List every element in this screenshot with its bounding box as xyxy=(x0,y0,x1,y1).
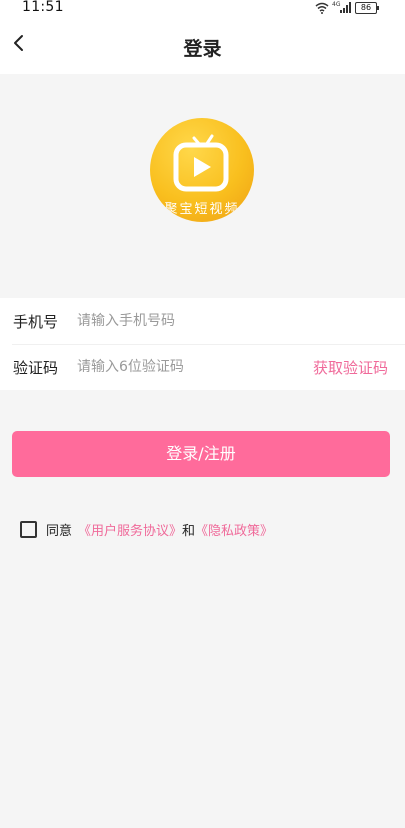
agreement: 同意 《用户服务协议》 和 《隐私政策》 xyxy=(20,518,273,540)
status-icons: 4G 86 xyxy=(315,0,379,18)
logo-app-name: 聚宝短视频 xyxy=(164,202,240,217)
wifi-icon xyxy=(315,0,329,18)
login-register-button[interactable]: 登录/注册 xyxy=(12,431,390,477)
agreement-conjunction: 和 xyxy=(182,523,196,539)
signal-icon: 4G xyxy=(332,0,352,18)
code-input[interactable] xyxy=(77,354,297,380)
battery-icon: 86 xyxy=(355,2,379,14)
user-agreement-link[interactable]: 《用户服务协议》 xyxy=(78,520,182,539)
page-title: 登录 xyxy=(183,38,222,60)
status-bar: 11:51 4G 86 xyxy=(0,0,405,16)
code-row: 验证码 获取验证码 xyxy=(0,344,405,390)
nav-bar: 登录 xyxy=(0,16,405,74)
login-form: 手机号 验证码 获取验证码 xyxy=(0,298,405,390)
phone-label: 手机号 xyxy=(13,313,59,331)
privacy-policy-link[interactable]: 《隐私政策》 xyxy=(195,520,273,539)
phone-input[interactable] xyxy=(77,308,297,334)
app-logo: 聚宝短视频 xyxy=(150,118,254,222)
get-code-button[interactable]: 获取验证码 xyxy=(313,357,388,378)
agreement-checkbox[interactable] xyxy=(20,520,37,538)
svg-text:4G: 4G xyxy=(332,1,341,8)
agreement-prefix: 同意 xyxy=(46,523,73,539)
code-label: 验证码 xyxy=(13,359,59,377)
phone-row: 手机号 xyxy=(0,298,405,344)
status-time: 11:51 xyxy=(22,0,64,15)
